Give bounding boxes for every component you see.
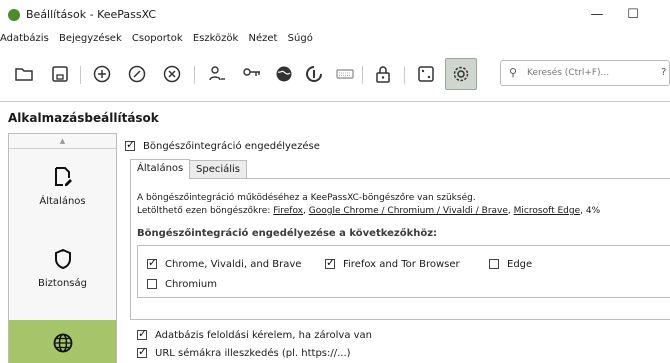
chromium-checkbox[interactable]: Chromium — [147, 279, 217, 290]
search-help-icon[interactable]: ? — [661, 67, 666, 78]
checkbox[interactable] — [137, 345, 147, 358]
browser-targets-title: Böngészőintegráció engedélyezése a követ… — [137, 228, 438, 239]
sidebar-item-altalanos[interactable]: Általános — [9, 166, 116, 236]
search-icon: ⚲ — [509, 66, 518, 79]
firefox-link[interactable]: Firefox — [273, 206, 303, 216]
checkbox-label: Adatbázis feloldási kérelem, ha zárolva … — [155, 330, 373, 341]
download-label: Letölthető ezen böngészőkre: — [137, 206, 271, 216]
chrome-link[interactable]: Google Chrome / Chromium / Vivaldi / Bra… — [309, 206, 508, 216]
keepassxc-logo-icon — [8, 9, 20, 21]
minimize-button[interactable]: — — [582, 4, 612, 26]
checkbox-label: Böngészőintegráció engedélyezése — [143, 141, 320, 152]
sidebar-item-bongeszo[interactable] — [9, 320, 116, 363]
menu-eszkozok[interactable]: Eszközök — [193, 33, 239, 44]
scroll-up-button[interactable]: ▲ — [9, 134, 116, 149]
sidebar-item-label: Általános — [39, 196, 86, 207]
url-scheme-checkbox[interactable]: URL sémákra illeszkedés (pl. https://...… — [137, 345, 351, 359]
toolbar-divider — [0, 101, 670, 102]
checkbox[interactable] — [147, 279, 157, 289]
maximize-button[interactable]: ☐ — [618, 4, 648, 26]
save-database-icon[interactable] — [48, 62, 72, 86]
globe-sync-icon[interactable] — [302, 62, 326, 86]
checkbox-label: Chromium — [165, 279, 217, 290]
add-entry-icon[interactable] — [90, 62, 114, 86]
dice-icon[interactable] — [414, 62, 438, 86]
menu-adatbazis[interactable]: Adatbázis — [0, 33, 49, 44]
browser-targets-group — [137, 245, 670, 298]
checkbox[interactable] — [147, 256, 157, 269]
sidebar-item-label: Biztonság — [38, 278, 87, 289]
delete-entry-icon[interactable] — [160, 62, 184, 86]
tab-specialis[interactable]: Speciális — [189, 160, 248, 178]
checkbox-label: URL sémákra illeszkedés (pl. https://...… — [155, 348, 351, 359]
shield-icon — [54, 248, 71, 270]
settings-icon[interactable] — [445, 58, 477, 90]
search-placeholder: Keresés (Ctrl+F)... — [527, 68, 610, 78]
keyboard-icon[interactable] — [333, 62, 357, 86]
checkbox[interactable] — [125, 138, 135, 151]
edit-document-icon — [54, 167, 72, 186]
lock-icon[interactable] — [371, 62, 395, 86]
firefox-checkbox[interactable]: Firefox and Tor Browser — [325, 256, 460, 270]
edit-entry-icon[interactable] — [125, 62, 149, 86]
checkbox[interactable] — [489, 259, 499, 269]
info-text: A böngészőintegráció működéséhez a KeePa… — [137, 193, 476, 203]
menu-bejegyzesek[interactable]: Bejegyzések — [59, 33, 122, 44]
checkbox-label: Firefox and Tor Browser — [343, 259, 460, 270]
transfer-user-icon[interactable] — [205, 62, 229, 86]
key-icon[interactable] — [240, 62, 264, 86]
globe-download-icon[interactable] — [272, 62, 296, 86]
settings-category-list[interactable]: ▲ Általános Biztonság — [8, 133, 117, 363]
edge-link[interactable]: Microsoft Edge — [514, 206, 580, 216]
unlock-request-checkbox[interactable]: Adatbázis feloldási kérelem, ha zárolva … — [137, 327, 373, 341]
menu-csoportok[interactable]: Csoportok — [132, 33, 183, 44]
download-info: Letölthető ezen böngészőkre: Firefox, Go… — [137, 206, 601, 216]
checkbox[interactable] — [325, 256, 335, 269]
checkbox-label: Chrome, Vivaldi, and Brave — [165, 259, 302, 270]
tab-altalanos[interactable]: Általános — [130, 159, 191, 179]
download-suffix: , 4% — [580, 206, 601, 216]
window-title: Beállítások - KeePassXC — [26, 8, 157, 21]
page-title: Alkalmazásbeállítások — [8, 111, 159, 125]
chrome-checkbox[interactable]: Chrome, Vivaldi, and Brave — [147, 256, 302, 270]
edge-checkbox[interactable]: Edge — [489, 259, 532, 270]
sidebar-item-biztonsag[interactable]: Biztonság — [9, 248, 116, 308]
menu-bar: Adatbázis Bejegyzések Csoportok Eszközök… — [0, 33, 320, 49]
menu-sugo[interactable]: Súgó — [288, 33, 313, 44]
menu-nezet[interactable]: Nézet — [249, 33, 278, 44]
checkbox-label: Edge — [507, 259, 533, 270]
enable-browser-integration-checkbox[interactable]: Böngészőintegráció engedélyezése — [125, 138, 320, 152]
globe-icon — [53, 333, 72, 353]
search-input[interactable]: ⚲ Keresés (Ctrl+F)... ? — [500, 60, 670, 86]
open-database-icon[interactable] — [12, 62, 36, 86]
title-bar: Beállítások - KeePassXC — ☐ — [0, 0, 670, 30]
checkbox[interactable] — [137, 327, 147, 340]
